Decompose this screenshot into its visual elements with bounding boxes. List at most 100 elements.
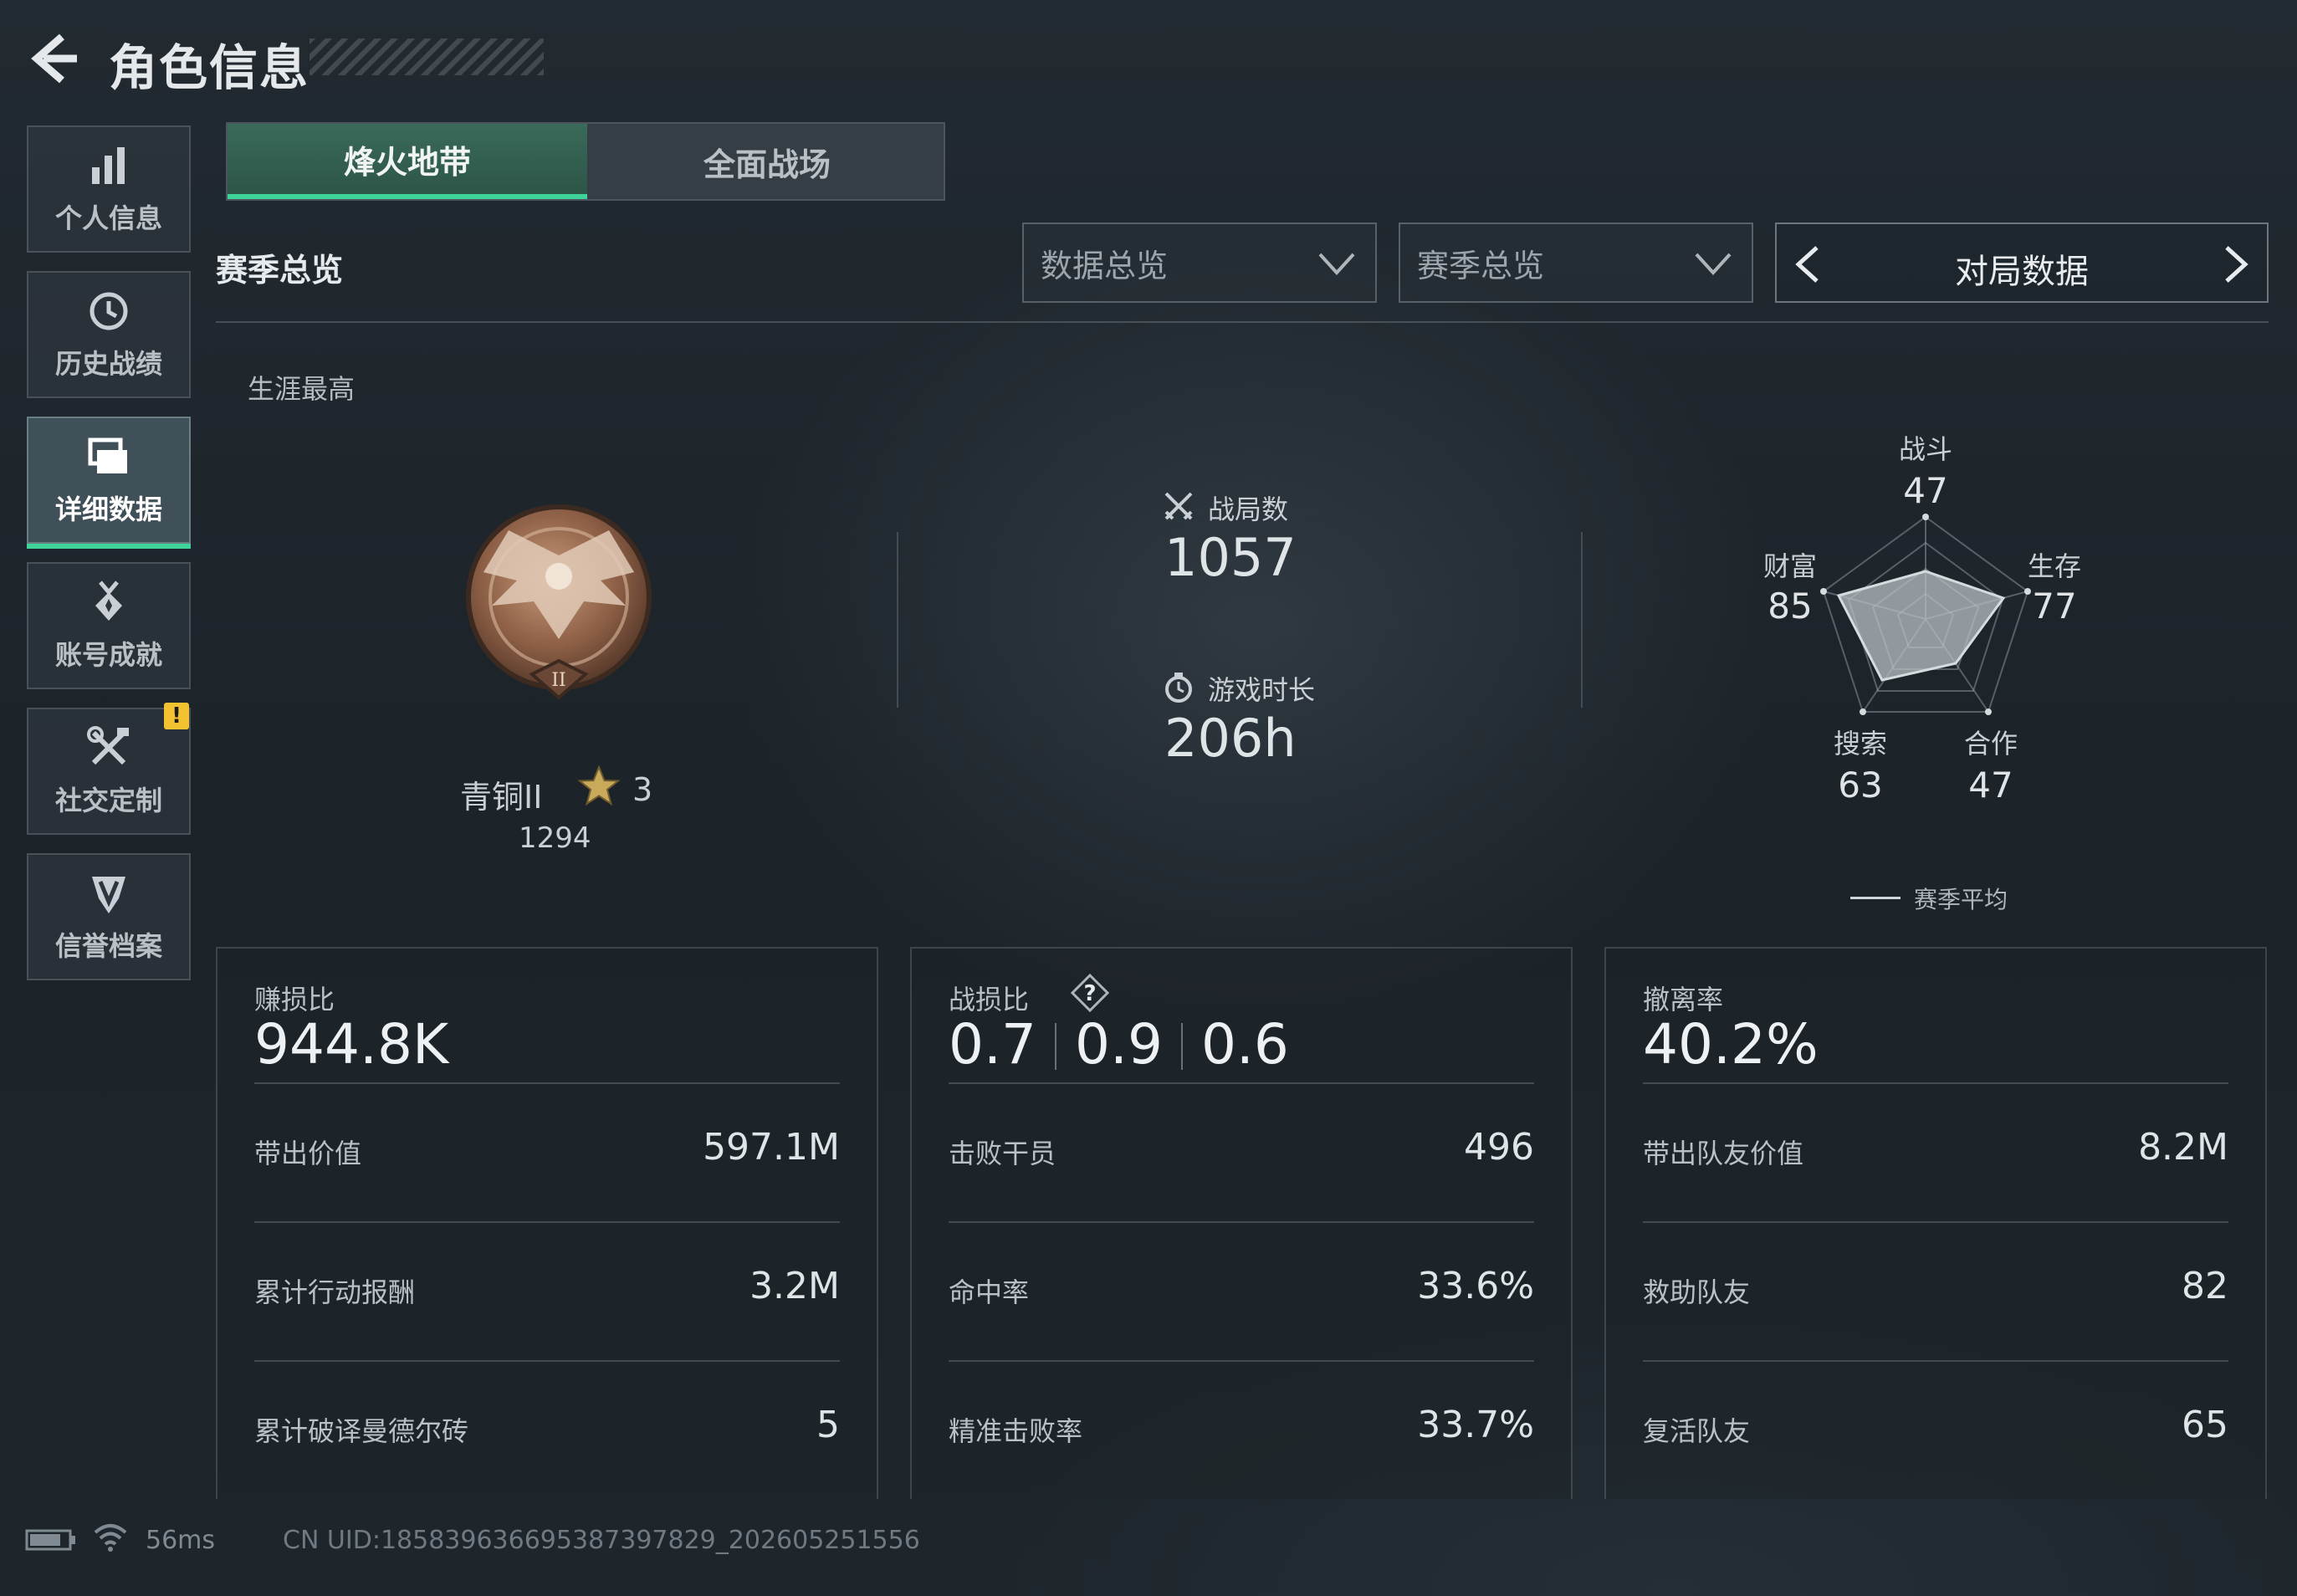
shield-v-icon — [92, 877, 125, 913]
sidebar-item-label: 社交定制 — [54, 785, 162, 816]
page-title: 角色信息 — [109, 39, 310, 96]
sidebar-item-label: 详细数据 — [54, 494, 162, 525]
stat-label: 累计行动报酬 — [254, 1276, 416, 1308]
divider — [1581, 532, 1583, 708]
wifi-icon — [94, 1524, 127, 1552]
rank-name: 青铜II — [460, 779, 543, 816]
kd-values: 0.7 0.9 0.6 — [949, 1012, 1289, 1077]
divider — [1643, 1221, 2228, 1223]
sidebar-item-personal-info[interactable]: 个人信息 — [27, 125, 191, 253]
bronze-rank-emblem-icon: II — [466, 504, 652, 700]
stat-label: 精准击败率 — [949, 1415, 1083, 1447]
radar-label-teamwork: 合作 — [1963, 728, 2018, 760]
sidebar-item-detailed-data[interactable]: 详细数据 — [27, 417, 191, 549]
tools-icon — [87, 726, 129, 765]
extraction-card: 撤离率 40.2% 带出队友价值 8.2M 救助队友 82 复活队友 65 — [1604, 947, 2267, 1499]
season-overview-dropdown[interactable]: 赛季总览 — [1399, 223, 1753, 303]
divider — [1643, 1082, 2228, 1084]
stat-value: 33.7% — [1417, 1404, 1534, 1446]
kd-card: 战损比 ? 0.7 0.9 0.6 击败干员 496 命中率 33.6% 精准击败率… — [910, 947, 1573, 1499]
sidebar-item-reputation[interactable]: 信誉档案 — [27, 853, 191, 980]
dropdown-value: 赛季总览 — [1417, 247, 1545, 284]
playtime-value: 206h — [1164, 708, 1297, 769]
tab-fire-zone[interactable]: 烽火地带 — [228, 124, 587, 199]
matches-value: 1057 — [1164, 527, 1297, 588]
divider — [1180, 1023, 1183, 1070]
sidebar-item-label: 账号成就 — [54, 639, 162, 671]
stat-label: 复活队友 — [1643, 1415, 1751, 1447]
stat-value: 5 — [816, 1404, 840, 1446]
rank-score: 1294 — [519, 821, 591, 855]
divider — [216, 321, 2269, 323]
history-clock-icon — [90, 292, 128, 330]
svg-text:?: ? — [1083, 981, 1096, 1006]
stat-label: 带出价值 — [254, 1138, 362, 1169]
legend-label: 赛季平均 — [1914, 886, 2008, 913]
notification-badge: ! — [164, 703, 189, 729]
radar-label-survival: 生存 — [2027, 550, 2081, 582]
ping-latency: 56ms — [146, 1526, 216, 1555]
divider — [949, 1082, 1534, 1084]
sidebar-item-history[interactable]: 历史战绩 — [27, 271, 191, 398]
kd-value: 0.6 — [1200, 1012, 1289, 1077]
sidebar-item-label: 信誉档案 — [54, 930, 162, 962]
divider — [254, 1082, 840, 1084]
section-title: 赛季总览 — [216, 252, 344, 289]
divider — [949, 1360, 1534, 1362]
tab-full-battlefield[interactable]: 全面战场 — [587, 124, 947, 199]
cards-icon — [88, 437, 127, 473]
divider — [897, 532, 898, 708]
ability-radar-chart: 战斗 47 生存 77 财富 85 搜索 63 合作 47 — [1715, 418, 2183, 903]
data-overview-dropdown[interactable]: 数据总览 — [1022, 223, 1377, 303]
stat-label: 带出队友价值 — [1643, 1138, 1804, 1169]
sidebar-item-label: 个人信息 — [54, 202, 162, 234]
title-decoration — [310, 38, 544, 75]
stat-value: 82 — [2182, 1265, 2228, 1307]
match-data-pager: 对局数据 — [1775, 223, 2269, 303]
card-value: 40.2% — [1643, 1012, 1819, 1077]
achievement-medal-icon — [95, 581, 122, 621]
dropdown-value: 数据总览 — [1041, 247, 1169, 284]
divider — [1054, 1023, 1056, 1070]
card-value: 944.8K — [254, 1012, 449, 1077]
playtime-label: 游戏时长 — [1208, 674, 1316, 706]
career-best-label: 生涯最高 — [248, 373, 356, 405]
divider — [949, 1221, 1534, 1223]
chevron-right-icon[interactable] — [2218, 244, 2252, 284]
user-uid: CN UID:1858396366953873978​29_2026052515… — [283, 1526, 920, 1555]
crossed-swords-icon — [1164, 492, 1193, 520]
mode-tabs: 烽火地带 全面战场 — [226, 122, 945, 201]
matches-label: 战局数 — [1208, 494, 1289, 525]
legend-line — [1850, 897, 1901, 899]
chevron-down-icon — [1318, 253, 1355, 275]
radar-label-search: 搜索 — [1833, 728, 1887, 760]
radar-value-survival: 77 — [2032, 586, 2077, 627]
battery-icon — [25, 1529, 75, 1551]
help-icon[interactable]: ? — [1071, 974, 1109, 1012]
rank-star-count: 3 — [632, 771, 653, 808]
divider — [1643, 1360, 2228, 1362]
stat-value: 496 — [1464, 1126, 1534, 1169]
sidebar-item-achievements[interactable]: 账号成就 — [27, 562, 191, 689]
chevron-down-icon — [1695, 253, 1732, 275]
star-icon — [577, 765, 621, 806]
bar-chart-icon — [92, 147, 125, 184]
back-arrow-icon[interactable] — [25, 32, 79, 85]
radar-value-wealth: 85 — [1768, 586, 1813, 627]
stat-value: 33.6% — [1417, 1265, 1534, 1307]
radar-label-wealth: 财富 — [1762, 550, 1817, 582]
stat-label: 累计破译曼德尔砖 — [254, 1415, 469, 1447]
sidebar-item-label: 历史战绩 — [54, 348, 162, 380]
profit-card: 赚损比 944.8K 带出价值 597.1M 累计行动报酬 3.2M 累计破译曼… — [216, 947, 878, 1499]
stat-label: 命中率 — [949, 1276, 1030, 1308]
radar-value-teamwork: 47 — [1968, 765, 2013, 806]
kd-value: 0.7 — [949, 1012, 1036, 1077]
radar-value-combat: 47 — [1903, 470, 1948, 511]
stat-label: 击败干员 — [949, 1138, 1056, 1169]
divider — [254, 1221, 840, 1223]
divider — [254, 1360, 840, 1362]
radar-value-search: 63 — [1838, 765, 1883, 806]
pager-label: 对局数据 — [1955, 253, 2089, 291]
screen: { "header": { "title": "角色信息" }, "sideba… — [0, 0, 2297, 1596]
kd-value: 0.9 — [1074, 1012, 1163, 1077]
